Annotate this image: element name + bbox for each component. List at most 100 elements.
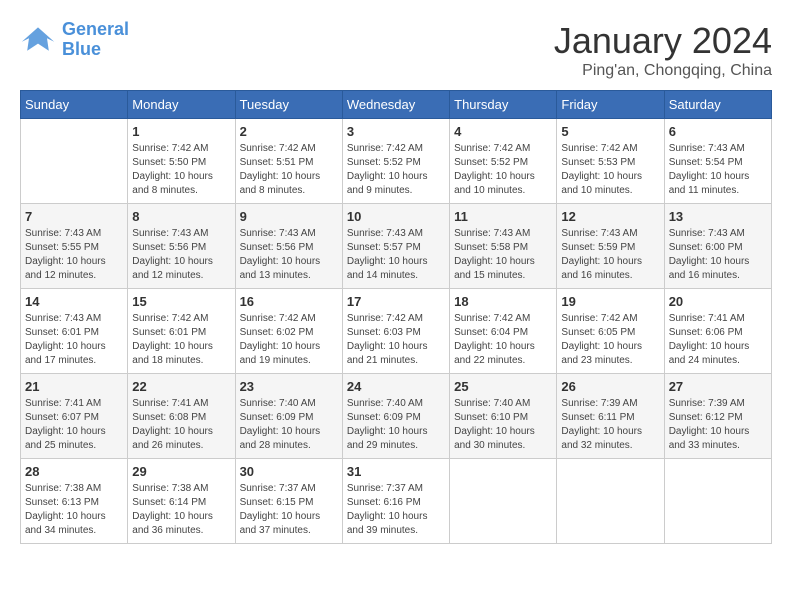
calendar-cell: 1Sunrise: 7:42 AM Sunset: 5:50 PM Daylig… <box>128 119 235 204</box>
day-number: 17 <box>347 294 445 309</box>
day-info: Sunrise: 7:38 AM Sunset: 6:13 PM Dayligh… <box>25 482 123 538</box>
day-number: 6 <box>669 124 767 139</box>
day-info: Sunrise: 7:37 AM Sunset: 6:16 PM Dayligh… <box>347 482 445 538</box>
day-info: Sunrise: 7:41 AM Sunset: 6:07 PM Dayligh… <box>25 397 123 453</box>
day-number: 29 <box>132 464 230 479</box>
day-info: Sunrise: 7:42 AM Sunset: 5:51 PM Dayligh… <box>240 142 338 198</box>
calendar-cell: 11 Sunrise: 7:43 AM Sunset: 5:58 PM Dayli… <box>450 204 557 289</box>
day-info: Sunrise: 7:41 AM Sunset: 6:08 PM Dayligh… <box>132 397 230 453</box>
day-number: 15 <box>132 294 230 309</box>
calendar-cell <box>21 119 128 204</box>
day-number: 14 <box>25 294 123 309</box>
weekday-header: Friday <box>557 91 664 119</box>
day-number: 26 <box>561 379 659 394</box>
month-title: January 2024 <box>554 20 772 62</box>
weekday-header: Tuesday <box>235 91 342 119</box>
day-number: 28 <box>25 464 123 479</box>
day-number: 13 <box>669 209 767 224</box>
day-info: Sunrise: 7:42 AM Sunset: 6:03 PM Dayligh… <box>347 312 445 368</box>
calendar-cell <box>450 459 557 544</box>
calendar-cell: 13 Sunrise: 7:43 AM Sunset: 6:00 PM Dayli… <box>664 204 771 289</box>
day-info: Sunrise: 7:42 AM Sunset: 6:01 PM Dayligh… <box>132 312 230 368</box>
day-number: 18 <box>454 294 552 309</box>
day-number: 3 <box>347 124 445 139</box>
day-number: 11 <box>454 209 552 224</box>
weekday-header: Monday <box>128 91 235 119</box>
calendar-cell: 18 Sunrise: 7:42 AM Sunset: 6:04 PM Dayli… <box>450 289 557 374</box>
logo-text: General Blue <box>62 20 129 60</box>
title-area: January 2024 Ping'an, Chongqing, China <box>554 20 772 80</box>
calendar-table: SundayMondayTuesdayWednesdayThursdayFrid… <box>20 90 772 544</box>
day-number: 20 <box>669 294 767 309</box>
day-info: Sunrise: 7:40 AM Sunset: 6:09 PM Dayligh… <box>347 397 445 453</box>
day-info: Sunrise: 7:43 AM Sunset: 5:56 PM Dayligh… <box>240 227 338 283</box>
weekday-header: Wednesday <box>342 91 449 119</box>
day-number: 19 <box>561 294 659 309</box>
day-number: 1 <box>132 124 230 139</box>
day-info: Sunrise: 7:42 AM Sunset: 5:53 PM Dayligh… <box>561 142 659 198</box>
weekday-header: Sunday <box>21 91 128 119</box>
day-info: Sunrise: 7:39 AM Sunset: 6:12 PM Dayligh… <box>669 397 767 453</box>
location-subtitle: Ping'an, Chongqing, China <box>554 62 772 80</box>
day-number: 27 <box>669 379 767 394</box>
day-info: Sunrise: 7:43 AM Sunset: 5:58 PM Dayligh… <box>454 227 552 283</box>
header: General Blue January 2024 Ping'an, Chong… <box>20 20 772 80</box>
calendar-cell: 6Sunrise: 7:43 AM Sunset: 5:54 PM Daylig… <box>664 119 771 204</box>
day-info: Sunrise: 7:43 AM Sunset: 5:56 PM Dayligh… <box>132 227 230 283</box>
calendar-cell: 15 Sunrise: 7:42 AM Sunset: 6:01 PM Dayli… <box>128 289 235 374</box>
day-number: 30 <box>240 464 338 479</box>
calendar-cell: 29 Sunrise: 7:38 AM Sunset: 6:14 PM Dayli… <box>128 459 235 544</box>
day-info: Sunrise: 7:43 AM Sunset: 5:59 PM Dayligh… <box>561 227 659 283</box>
day-number: 5 <box>561 124 659 139</box>
calendar-cell: 31Sunrise: 7:37 AM Sunset: 6:16 PM Dayli… <box>342 459 449 544</box>
calendar-week-row: 28 Sunrise: 7:38 AM Sunset: 6:13 PM Dayli… <box>21 459 772 544</box>
day-info: Sunrise: 7:42 AM Sunset: 5:52 PM Dayligh… <box>454 142 552 198</box>
calendar-cell: 17 Sunrise: 7:42 AM Sunset: 6:03 PM Dayli… <box>342 289 449 374</box>
calendar-cell: 22 Sunrise: 7:41 AM Sunset: 6:08 PM Dayli… <box>128 374 235 459</box>
day-info: Sunrise: 7:42 AM Sunset: 5:52 PM Dayligh… <box>347 142 445 198</box>
day-number: 12 <box>561 209 659 224</box>
calendar-cell: 5 Sunrise: 7:42 AM Sunset: 5:53 PM Daylig… <box>557 119 664 204</box>
calendar-cell: 21 Sunrise: 7:41 AM Sunset: 6:07 PM Dayli… <box>21 374 128 459</box>
calendar-cell: 27 Sunrise: 7:39 AM Sunset: 6:12 PM Dayli… <box>664 374 771 459</box>
calendar-body: 1Sunrise: 7:42 AM Sunset: 5:50 PM Daylig… <box>21 119 772 544</box>
day-number: 9 <box>240 209 338 224</box>
calendar-cell: 2 Sunrise: 7:42 AM Sunset: 5:51 PM Daylig… <box>235 119 342 204</box>
calendar-week-row: 1Sunrise: 7:42 AM Sunset: 5:50 PM Daylig… <box>21 119 772 204</box>
day-info: Sunrise: 7:38 AM Sunset: 6:14 PM Dayligh… <box>132 482 230 538</box>
day-info: Sunrise: 7:42 AM Sunset: 6:02 PM Dayligh… <box>240 312 338 368</box>
calendar-week-row: 7 Sunrise: 7:43 AM Sunset: 5:55 PM Daylig… <box>21 204 772 289</box>
calendar-header: SundayMondayTuesdayWednesdayThursdayFrid… <box>21 91 772 119</box>
day-number: 7 <box>25 209 123 224</box>
day-info: Sunrise: 7:43 AM Sunset: 5:55 PM Dayligh… <box>25 227 123 283</box>
calendar-cell: 4 Sunrise: 7:42 AM Sunset: 5:52 PM Daylig… <box>450 119 557 204</box>
calendar-cell: 10 Sunrise: 7:43 AM Sunset: 5:57 PM Dayli… <box>342 204 449 289</box>
calendar-cell: 3 Sunrise: 7:42 AM Sunset: 5:52 PM Daylig… <box>342 119 449 204</box>
day-number: 10 <box>347 209 445 224</box>
day-info: Sunrise: 7:42 AM Sunset: 6:04 PM Dayligh… <box>454 312 552 368</box>
weekday-header: Saturday <box>664 91 771 119</box>
day-number: 21 <box>25 379 123 394</box>
day-number: 25 <box>454 379 552 394</box>
day-info: Sunrise: 7:39 AM Sunset: 6:11 PM Dayligh… <box>561 397 659 453</box>
calendar-cell: 26 Sunrise: 7:39 AM Sunset: 6:11 PM Dayli… <box>557 374 664 459</box>
calendar-cell: 7 Sunrise: 7:43 AM Sunset: 5:55 PM Daylig… <box>21 204 128 289</box>
day-number: 22 <box>132 379 230 394</box>
day-info: Sunrise: 7:37 AM Sunset: 6:15 PM Dayligh… <box>240 482 338 538</box>
day-info: Sunrise: 7:43 AM Sunset: 5:57 PM Dayligh… <box>347 227 445 283</box>
day-number: 4 <box>454 124 552 139</box>
day-info: Sunrise: 7:43 AM Sunset: 6:00 PM Dayligh… <box>669 227 767 283</box>
day-info: Sunrise: 7:40 AM Sunset: 6:09 PM Dayligh… <box>240 397 338 453</box>
calendar-cell: 12 Sunrise: 7:43 AM Sunset: 5:59 PM Dayli… <box>557 204 664 289</box>
logo: General Blue <box>20 20 129 60</box>
calendar-cell: 20Sunrise: 7:41 AM Sunset: 6:06 PM Dayli… <box>664 289 771 374</box>
calendar-cell <box>557 459 664 544</box>
calendar-cell <box>664 459 771 544</box>
day-info: Sunrise: 7:40 AM Sunset: 6:10 PM Dayligh… <box>454 397 552 453</box>
calendar-cell: 19Sunrise: 7:42 AM Sunset: 6:05 PM Dayli… <box>557 289 664 374</box>
day-info: Sunrise: 7:43 AM Sunset: 6:01 PM Dayligh… <box>25 312 123 368</box>
calendar-cell: 23Sunrise: 7:40 AM Sunset: 6:09 PM Dayli… <box>235 374 342 459</box>
day-number: 24 <box>347 379 445 394</box>
calendar-cell: 28 Sunrise: 7:38 AM Sunset: 6:13 PM Dayli… <box>21 459 128 544</box>
day-number: 2 <box>240 124 338 139</box>
